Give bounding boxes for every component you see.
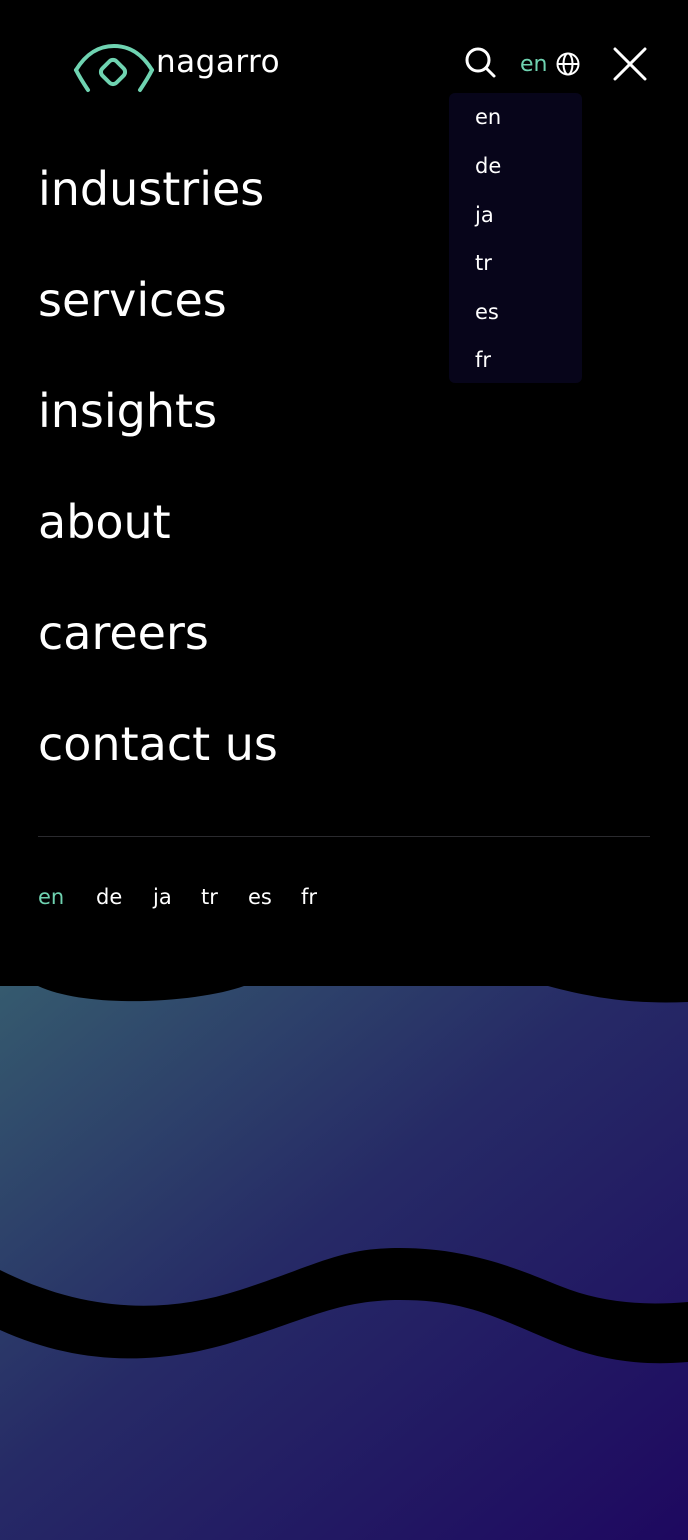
- language-switcher-button[interactable]: en: [520, 48, 581, 80]
- language-option-ja[interactable]: ja: [475, 205, 494, 226]
- nav-divider: [38, 836, 650, 837]
- decorative-gradient-waves: [0, 980, 688, 1540]
- language-option-en[interactable]: en: [475, 107, 501, 128]
- search-button[interactable]: [462, 44, 498, 80]
- language-option-de[interactable]: de: [475, 156, 501, 177]
- language-option-tr[interactable]: tr: [475, 253, 492, 274]
- language-option-es[interactable]: es: [475, 302, 499, 323]
- nav-item-industries[interactable]: industries: [38, 166, 264, 212]
- language-link-es[interactable]: es: [248, 887, 272, 908]
- language-link-en[interactable]: en: [38, 887, 64, 908]
- nav-item-insights[interactable]: insights: [38, 388, 217, 434]
- current-language-label: en: [520, 51, 548, 77]
- language-option-fr[interactable]: fr: [475, 350, 491, 371]
- globe-icon: [556, 52, 580, 76]
- mobile-menu-page: nagarro en en de ja tr es fr industries …: [0, 0, 688, 1540]
- header: nagarro en: [0, 0, 688, 130]
- nav-item-about[interactable]: about: [38, 499, 171, 545]
- logo-wordmark: nagarro: [156, 44, 281, 80]
- close-menu-button[interactable]: [610, 44, 650, 84]
- search-icon: [465, 47, 496, 78]
- nav-item-careers[interactable]: careers: [38, 610, 209, 656]
- close-icon: [613, 47, 647, 81]
- language-link-fr[interactable]: fr: [301, 887, 317, 908]
- nagarro-logo[interactable]: nagarro: [72, 40, 312, 96]
- nav-item-services[interactable]: services: [38, 277, 227, 323]
- language-link-ja[interactable]: ja: [153, 887, 172, 908]
- language-link-de[interactable]: de: [96, 887, 122, 908]
- language-link-tr[interactable]: tr: [201, 887, 218, 908]
- nagarro-logo-mark-icon: [74, 43, 154, 92]
- nav-item-contact-us[interactable]: contact us: [38, 721, 278, 767]
- language-dropdown: en de ja tr es fr: [449, 93, 582, 383]
